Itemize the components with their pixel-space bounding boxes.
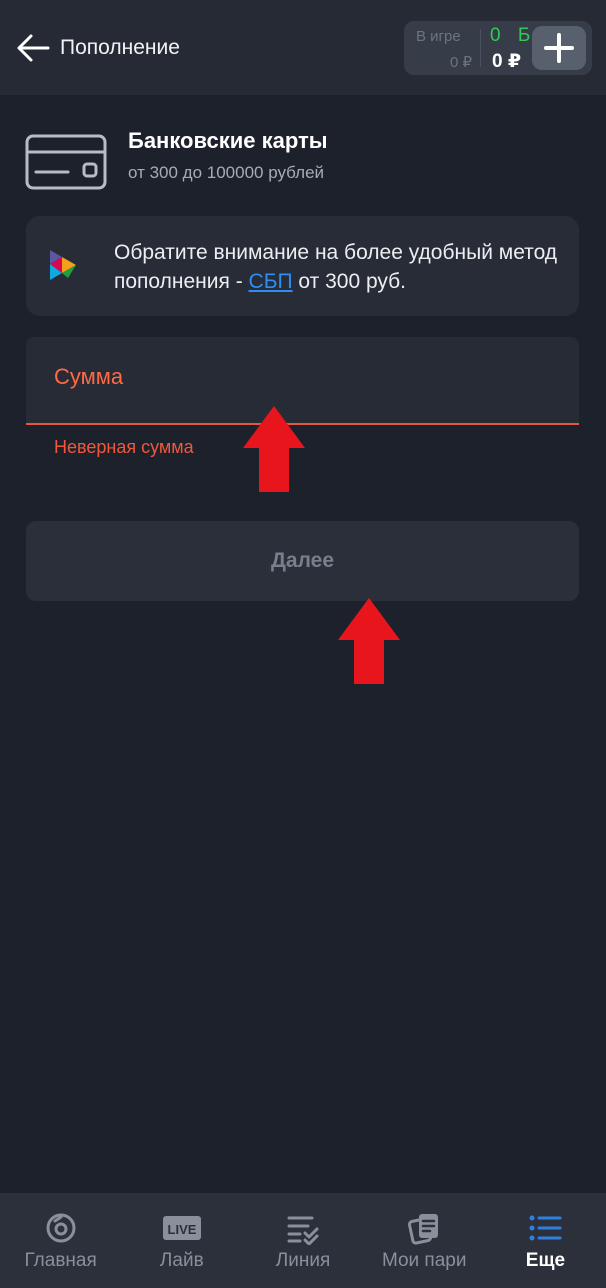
balance-main-value: 0 ₽ [492, 51, 522, 72]
nav-item-live[interactable]: LIVE Лайв [121, 1193, 242, 1288]
arrow-up-icon [338, 598, 400, 684]
page-title: Пополнение [60, 36, 180, 59]
notice-text-after: от 300 руб. [292, 270, 406, 293]
method-title: Банковские карты [128, 128, 328, 153]
plus-icon [544, 33, 574, 63]
list-check-icon [287, 1216, 319, 1245]
bets-icon [408, 1214, 439, 1245]
sbp-link[interactable]: СБП [249, 270, 293, 293]
balance-widget[interactable]: В игре 0 ₽ 0 Б 0 ₽ [404, 21, 592, 75]
add-funds-button[interactable] [532, 26, 586, 70]
nav-label-live: Лайв [159, 1250, 204, 1271]
next-button[interactable]: Далее [26, 521, 579, 601]
bottom-navigation: Главная LIVE Лайв Линия Мои пари Еще [0, 1193, 606, 1288]
nav-item-home[interactable]: Главная [0, 1193, 121, 1288]
nav-item-more[interactable]: Еще [485, 1193, 606, 1288]
live-icon: LIVE [162, 1216, 201, 1240]
nav-label-my-bets: Мои пари [381, 1250, 467, 1271]
balance-label: В игре [416, 28, 461, 45]
menu-icon [529, 1215, 562, 1241]
home-icon [46, 1213, 76, 1243]
nav-item-my-bets[interactable]: Мои пари [364, 1193, 485, 1288]
balance-bonus-value: 0 Б [490, 25, 537, 46]
nav-label-home: Главная [24, 1250, 97, 1271]
back-arrow-icon[interactable] [14, 32, 50, 64]
nav-item-line[interactable]: Линия [242, 1193, 363, 1288]
arrow-up-icon [243, 406, 305, 492]
amount-error-text: Неверная сумма [54, 437, 194, 457]
nav-label-line: Линия [275, 1250, 331, 1271]
balance-ingame-value: 0 ₽ [449, 54, 472, 71]
method-range: от 300 до 100000 рублей [128, 163, 325, 182]
live-badge-text: LIVE [167, 1222, 196, 1237]
sbp-notice-card[interactable]: Обратите внимание на более удобный метод… [26, 216, 579, 316]
header: Пополнение В игре 0 ₽ 0 Б 0 ₽ [0, 0, 606, 95]
balance-divider [480, 29, 481, 67]
notice-text: Обратите внимание на более удобный метод… [114, 238, 564, 296]
sbp-logo-icon [50, 250, 76, 280]
nav-label-more: Еще [525, 1250, 566, 1271]
credit-card-icon [25, 134, 107, 190]
